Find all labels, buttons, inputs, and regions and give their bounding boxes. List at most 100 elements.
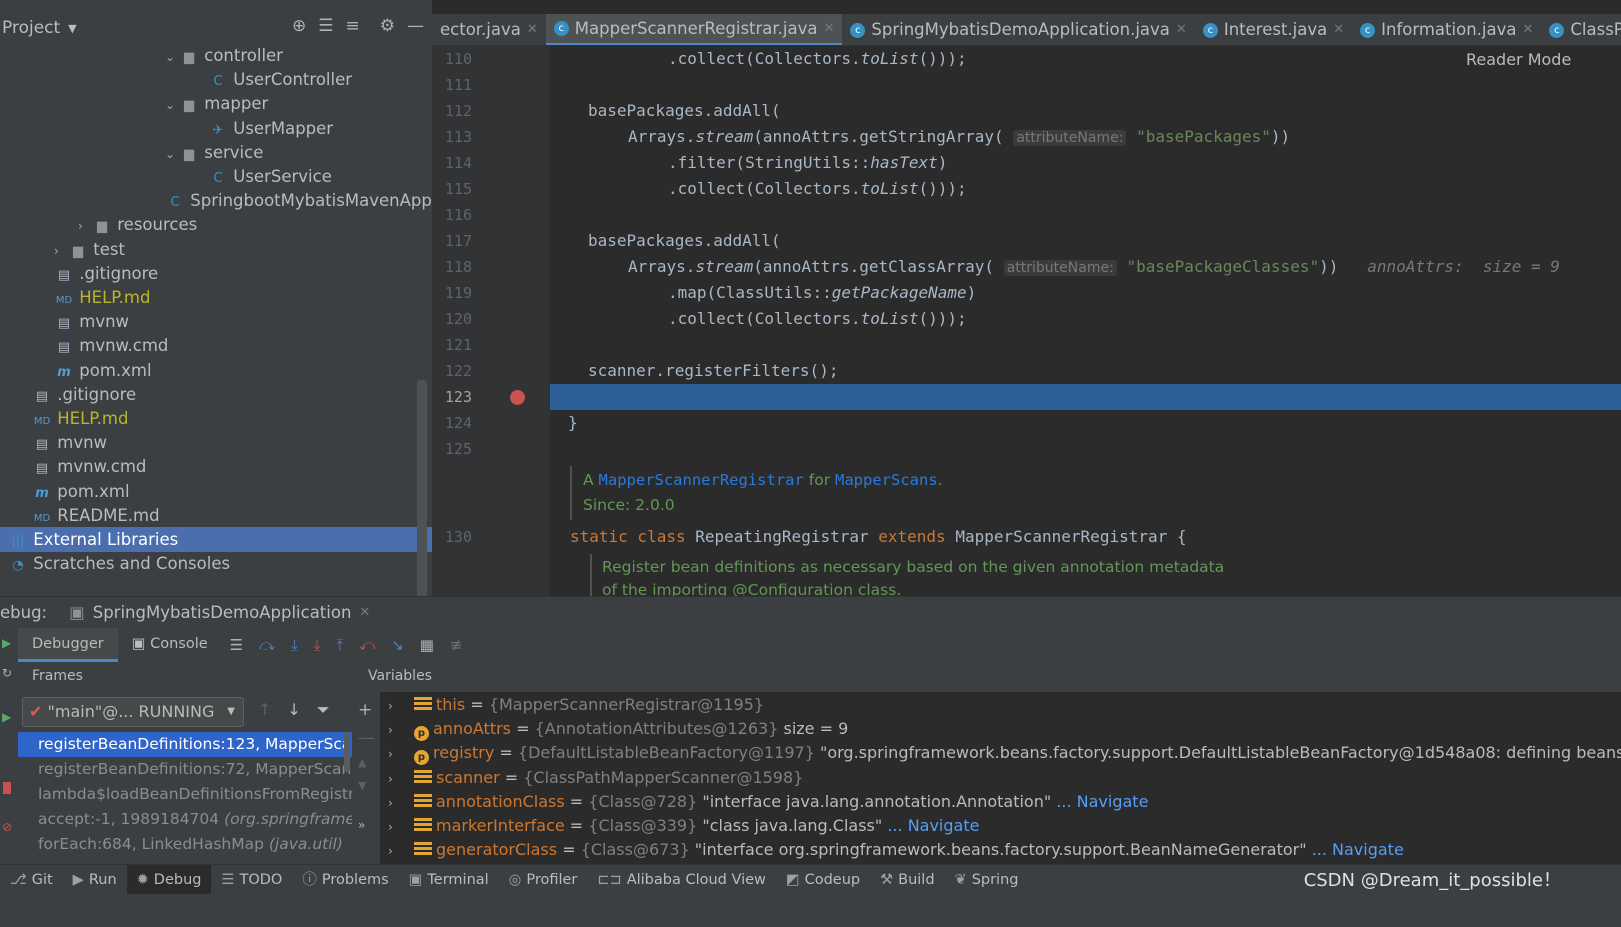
add-watch-icon[interactable]: + — [358, 700, 378, 720]
expand-all-icon[interactable]: ☰ — [318, 16, 333, 36]
drop-frame-icon[interactable]: ⤺ — [351, 636, 383, 654]
variable-row[interactable]: › scanner = {ClassPathMapperScanner@1598} — [388, 766, 803, 790]
tree-item[interactable]: ▤ mvnw.cmd — [0, 454, 432, 479]
remove-watch-icon[interactable]: — — [358, 728, 378, 748]
tool-window-profiler[interactable]: ◎ Profiler — [499, 865, 588, 895]
code-line[interactable]: .map(ClassUtils::getPackageName) — [668, 280, 976, 306]
tree-item[interactable]: m pom.xml — [0, 479, 432, 504]
evaluate-expression-icon[interactable]: ▦ — [412, 636, 442, 654]
minimize-icon[interactable]: — — [407, 16, 424, 36]
tool-window-build[interactable]: ⚒ Build — [870, 865, 944, 895]
chevron-down-icon[interactable]: ⌄ — [165, 45, 179, 68]
editor-tab[interactable]: c MapperScannerRegistrar.java ✕ — [545, 14, 843, 45]
gear-icon[interactable]: ⚙ — [380, 16, 395, 36]
variable-row[interactable]: › annotationClass = {Class@728} "interfac… — [388, 790, 1148, 814]
stop-icon[interactable] — [3, 782, 11, 794]
code-line[interactable]: } — [568, 410, 578, 436]
stack-frame[interactable]: accept:-1, 1989184704 (org.springframewo — [18, 807, 352, 832]
locate-icon[interactable]: ⊕ — [292, 16, 306, 36]
tool-window-todo[interactable]: ☰ TODO — [211, 865, 292, 895]
tree-item[interactable]: MD HELP.md — [0, 406, 432, 431]
code-editor[interactable]: .collect(Collectors.toList())); basePacka… — [550, 46, 1621, 612]
close-icon[interactable]: ✕ — [527, 15, 538, 45]
code-line[interactable]: Arrays.stream(annoAttrs.getStringArray( … — [628, 124, 1290, 150]
collapse-all-icon[interactable]: ≡ — [346, 16, 360, 36]
tree-item[interactable]: ✈ UserMapper — [0, 116, 432, 141]
chevron-right-icon[interactable]: › — [388, 742, 414, 766]
chevron-right-icon[interactable]: › — [388, 718, 414, 742]
reader-mode-toggle[interactable]: Reader Mode — [1466, 50, 1571, 69]
close-icon[interactable]: ✕ — [1176, 15, 1187, 45]
code-line[interactable]: scanner.registerFilters(); — [588, 358, 838, 384]
code-line[interactable]: .collect(Collectors.toList())); — [668, 306, 967, 332]
tree-item[interactable]: C SpringbootMybatisMavenApp — [0, 188, 432, 213]
step-into-icon[interactable]: ⤓ — [283, 636, 306, 654]
variable-row[interactable]: › this = {MapperScannerRegistrar@1195} — [388, 693, 764, 717]
tree-item[interactable]: ⌄ ▆ controller — [0, 43, 432, 68]
tool-window-alibaba-cloud-view[interactable]: ⊏⊐ Alibaba Cloud View — [587, 865, 776, 895]
variable-row[interactable]: › markerInterface = {Class@339} "class ja… — [388, 814, 979, 838]
tool-window-terminal[interactable]: ▣ Terminal — [399, 865, 499, 895]
tree-item[interactable]: ▤ .gitignore — [0, 382, 432, 407]
variable-row[interactable]: › p registry = {DefaultListableBeanFactory… — [388, 741, 1621, 766]
chevron-right-icon[interactable]: › — [388, 815, 414, 839]
tree-item[interactable]: ▤ mvnw.cmd — [0, 333, 432, 358]
more-icon[interactable]: » — [358, 818, 378, 832]
chevron-down-icon[interactable]: ⌄ — [165, 142, 179, 165]
code-line[interactable]: static class RepeatingRegistrar extends … — [570, 524, 1187, 550]
tree-item[interactable]: C UserController — [0, 67, 432, 92]
tree-item[interactable]: C UserService — [0, 164, 432, 189]
project-vertical-scrollbar[interactable] — [417, 380, 427, 612]
tool-window-run[interactable]: ▶ Run — [63, 865, 127, 895]
tree-item[interactable]: › ▆ test — [0, 237, 432, 262]
rerun-icon[interactable]: ↻ — [2, 666, 12, 680]
move-up-icon[interactable]: ▲ — [358, 756, 378, 769]
code-line[interactable]: basePackages.addAll( — [588, 228, 781, 254]
tool-window-git[interactable]: ⎇ Git — [0, 865, 63, 895]
variable-row[interactable]: › generatorClass = {Class@673} "interface… — [388, 838, 1404, 862]
chevron-right-icon[interactable]: › — [388, 694, 414, 718]
resume-program-icon[interactable]: ▶ — [2, 710, 11, 724]
breakpoint-icon[interactable] — [510, 390, 525, 405]
chevron-right-icon[interactable]: › — [388, 791, 414, 815]
tree-item[interactable]: ▤ mvnw — [0, 309, 432, 334]
variable-row[interactable]: › p annoAttrs = {AnnotationAttributes@1263… — [388, 717, 848, 742]
editor-tab[interactable]: c SpringMybatisDemoApplication.java ✕ — [842, 14, 1194, 45]
chevron-down-icon[interactable]: ⌄ — [165, 93, 179, 116]
editor-tab[interactable]: ector.java ✕ — [432, 14, 546, 45]
code-line[interactable]: basePackages.addAll( — [588, 98, 781, 124]
tree-item[interactable]: MD README.md — [0, 503, 432, 528]
trace-icon[interactable]: ≢ — [442, 636, 471, 654]
code-line[interactable]: .filter(StringUtils::hasText) — [668, 150, 947, 176]
step-over-icon[interactable]: ⤼ — [251, 636, 283, 654]
chevron-right-icon[interactable]: › — [78, 214, 92, 237]
tool-window-debug[interactable]: ✹ Debug — [126, 864, 212, 895]
chevron-down-icon[interactable]: ▼ — [68, 22, 76, 35]
tool-window-spring[interactable]: ❦ Spring — [945, 865, 1029, 895]
navigate-link[interactable]: ... Navigate — [1312, 840, 1404, 859]
thread-selector[interactable]: ✔ "main"@... RUNNING ▼ — [22, 697, 244, 727]
tree-item[interactable]: › ▆ resources — [0, 212, 432, 237]
chevron-right-icon[interactable]: › — [388, 839, 414, 863]
tool-window-codeup[interactable]: ◩ Codeup — [776, 865, 870, 895]
filter-icon[interactable]: ⏷ — [317, 700, 330, 720]
stack-frame[interactable]: registerBeanDefinitions:123, MapperScann — [18, 732, 352, 757]
stack-frame[interactable]: forEach:684, LinkedHashMap (java.util) — [18, 832, 352, 857]
tree-item[interactable]: ⌄ ▆ service — [0, 140, 432, 165]
editor-tab[interactable]: c Information.java ✕ — [1352, 14, 1541, 45]
editor-tab[interactable]: c Interest.java ✕ — [1195, 14, 1352, 45]
tab-debugger[interactable]: Debugger — [18, 628, 118, 662]
navigate-link[interactable]: ... Navigate — [1056, 792, 1148, 811]
close-icon[interactable]: ✕ — [1522, 15, 1533, 45]
frames-scrollbar[interactable] — [344, 732, 350, 772]
tree-item[interactable]: ◔ Scratches and Consoles — [0, 551, 432, 576]
tree-item[interactable]: MD HELP.md — [0, 285, 432, 310]
editor-tab[interactable]: c ClassPathBea — [1541, 14, 1621, 45]
tree-item[interactable]: ▤ .gitignore — [0, 261, 432, 286]
tree-item[interactable]: ||| External Libraries — [0, 527, 432, 552]
code-line[interactable]: Arrays.stream(annoAttrs.getClassArray( a… — [628, 254, 1560, 280]
stack-frame[interactable]: lambda$loadBeanDefinitionsFromRegistrar — [18, 782, 352, 807]
force-step-into-icon[interactable]: ⤓ — [306, 636, 329, 654]
step-out-icon[interactable]: ⤒ — [328, 636, 351, 654]
arrow-down-icon[interactable]: ↓ — [287, 700, 300, 720]
